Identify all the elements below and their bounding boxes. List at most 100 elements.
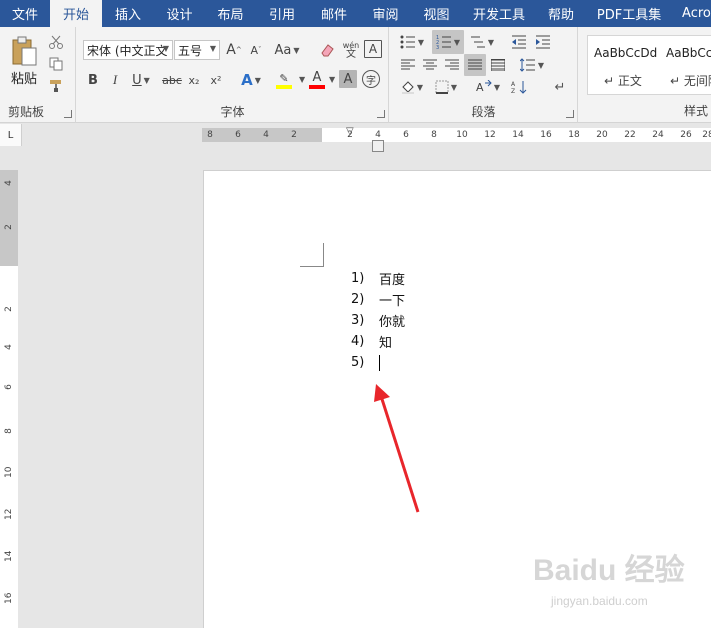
text-effects-button[interactable]: A ▼ [237, 70, 265, 90]
increase-indent-button[interactable] [532, 32, 554, 52]
clipboard-icon [12, 36, 37, 65]
tab-developer[interactable]: 开发工具 [462, 0, 536, 27]
list-item[interactable]: 3) 你就 [351, 310, 405, 331]
italic-button[interactable]: I [105, 70, 125, 90]
tab-review[interactable]: 审阅 [360, 0, 411, 27]
list-number: 5) [351, 355, 365, 370]
tab-view[interactable]: 视图 [411, 0, 462, 27]
list-item[interactable]: 4) 知 [351, 331, 405, 352]
font-group-label: 字体 [220, 105, 245, 119]
clear-formatting-button[interactable] [317, 40, 337, 60]
menu-bar: 文件 开始 插入 设计 布局 引用 邮件 审阅 视图 开发工具 帮助 PDF工具… [0, 0, 711, 27]
justify-button[interactable] [464, 54, 486, 76]
strikethrough-button[interactable]: abc [161, 70, 183, 90]
list-item[interactable]: 2) 一下 [351, 289, 405, 310]
align-left-button[interactable] [398, 55, 418, 75]
highlight-button[interactable]: ✎ [269, 68, 299, 92]
font-color-bar [309, 85, 325, 89]
ruler-tick: 22 [624, 130, 636, 140]
styles-gallery: AaBbCcDd ↵ 正文 AaBbCcI ↵ 无间隔 [587, 35, 711, 95]
font-color-button[interactable]: A [305, 68, 329, 92]
tab-design[interactable]: 设计 [154, 0, 205, 27]
tab-references[interactable]: 引用 [256, 0, 308, 27]
copy-icon [49, 57, 63, 71]
bold-button[interactable]: B [83, 70, 103, 90]
font-name-combo[interactable]: 宋体 (中文正文 ▼ [83, 40, 173, 60]
ruler-tick: 4 [4, 180, 14, 186]
grow-font-icon: A [226, 42, 236, 58]
character-border-button[interactable]: A [364, 40, 382, 58]
baidu-watermark: Baidu 经验 [533, 554, 685, 587]
multilevel-list-button[interactable]: ▼ [468, 32, 496, 52]
vertical-ruler[interactable]: 4 2 2 4 6 8 10 12 14 16 [0, 170, 18, 628]
enclose-characters-button[interactable]: 字 [362, 70, 380, 88]
sort-button[interactable]: AZ [508, 77, 530, 97]
format-painter-button[interactable] [46, 77, 66, 95]
decrease-indent-button[interactable] [508, 32, 530, 52]
superscript-button[interactable]: x² [206, 70, 226, 90]
align-right-icon [445, 59, 459, 70]
phonetic-guide-button[interactable]: wén 文 [341, 39, 361, 61]
chevron-down-icon[interactable]: ▼ [329, 75, 335, 84]
paragraph-mark-icon: ↵ [554, 79, 566, 95]
paragraph-launcher[interactable] [566, 110, 574, 118]
shading-button[interactable]: ▼ [398, 77, 426, 97]
list-number: 4) [351, 334, 365, 349]
bullets-button[interactable]: ▼ [398, 32, 426, 52]
list-text: 你就 [379, 315, 406, 330]
tab-file[interactable]: 文件 [0, 0, 50, 27]
cut-button[interactable] [46, 33, 66, 51]
show-marks-button[interactable]: ↵ [550, 77, 570, 97]
chevron-down-icon: ▼ [209, 44, 216, 53]
style-no-spacing[interactable]: AaBbCcI ↵ 无间隔 [660, 36, 711, 94]
tab-home[interactable]: 开始 [50, 0, 103, 27]
tab-acrobat[interactable]: Acro [672, 0, 711, 27]
style-label: ↵ 无间隔 [670, 74, 711, 88]
decrease-indent-icon [512, 35, 526, 49]
tab-layout[interactable]: 布局 [205, 0, 256, 27]
copy-button[interactable] [46, 55, 66, 73]
underline-button[interactable]: U ▼ [127, 70, 155, 90]
tab-help[interactable]: 帮助 [536, 0, 586, 27]
character-shading-button[interactable]: A [339, 70, 357, 88]
numbering-button[interactable]: 1 2 3 ▼ [432, 30, 464, 54]
ruler-tick: 8 [4, 428, 14, 434]
horizontal-ruler[interactable]: 8 6 4 2 2 4 6 8 10 12 14 16 18 20 22 24 … [202, 126, 711, 142]
tab-insert[interactable]: 插入 [102, 0, 154, 27]
paint-bucket-icon [401, 81, 414, 94]
paste-button[interactable]: 粘贴 [6, 33, 42, 89]
chinese-layout-button[interactable]: A ▼ [474, 77, 502, 97]
ruler-tick: 18 [568, 130, 580, 140]
borders-button[interactable]: ▼ [432, 77, 460, 97]
ruler-tick: 16 [540, 130, 552, 140]
change-case-button[interactable]: Aa ▼ [272, 40, 302, 60]
grow-font-button[interactable]: A ^ [225, 40, 243, 60]
align-left-icon [401, 59, 415, 70]
ruler-tick: 10 [4, 466, 14, 478]
distributed-button[interactable] [488, 55, 508, 75]
borders-icon [435, 80, 449, 94]
font-launcher[interactable] [377, 110, 385, 118]
align-center-button[interactable] [420, 55, 440, 75]
list-item[interactable]: 5) [351, 352, 405, 373]
ruler-tick: 10 [456, 130, 468, 140]
tab-mailings[interactable]: 邮件 [308, 0, 360, 27]
clipboard-launcher[interactable] [64, 110, 72, 118]
tab-pdf-tools[interactable]: PDF工具集 [586, 0, 672, 27]
hanging-indent-marker[interactable] [372, 140, 384, 152]
first-line-indent-marker[interactable]: ▽ [346, 126, 354, 137]
list-item[interactable]: 1) 百度 [351, 268, 405, 289]
line-spacing-button[interactable]: ▼ [518, 55, 546, 75]
style-normal[interactable]: AaBbCcDd ↵ 正文 [588, 36, 662, 94]
align-right-button[interactable] [442, 55, 462, 75]
font-size-combo[interactable]: 五号 ▼ [174, 40, 220, 60]
shrink-font-icon: A [250, 43, 259, 57]
chinese-layout-icon: A [476, 80, 492, 94]
ruler-tick: 12 [4, 508, 14, 520]
list-text: 知 [379, 336, 393, 351]
tab-selector[interactable]: L [0, 124, 22, 146]
style-preview: AaBbCcDd [594, 46, 658, 60]
shrink-font-button[interactable]: Aˇ [247, 40, 265, 60]
subscript-button[interactable]: x₂ [184, 70, 204, 90]
increase-indent-icon [536, 35, 550, 49]
